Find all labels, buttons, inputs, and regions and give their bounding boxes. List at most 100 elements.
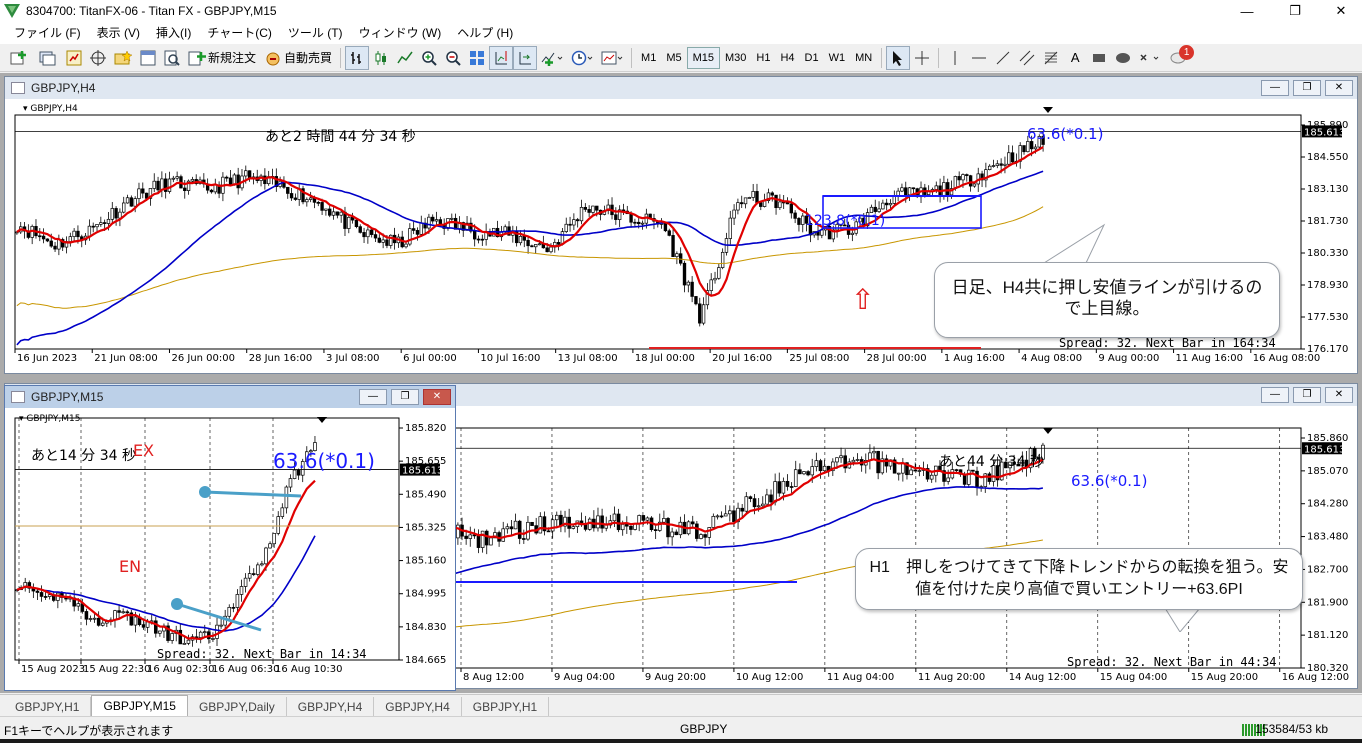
restore-chart-button[interactable]: ❐ <box>1293 80 1321 96</box>
candle-body <box>534 244 538 248</box>
auto-scroll-button[interactable] <box>513 45 538 70</box>
line-chart-button[interactable] <box>393 46 417 70</box>
tester-button[interactable] <box>160 46 184 70</box>
candle-body <box>522 236 526 241</box>
tile-windows-button[interactable] <box>465 46 489 70</box>
new-order-button[interactable]: 新規注文 <box>184 46 260 70</box>
price-tick-label: 183.480 <box>1307 532 1348 543</box>
market-watch-button[interactable] <box>62 46 86 70</box>
text-tool-button[interactable]: A <box>1063 46 1087 70</box>
candle-body <box>1010 152 1015 163</box>
candle-body <box>773 481 777 503</box>
candle-body <box>129 197 134 207</box>
chart-shift-button[interactable] <box>489 45 514 70</box>
candle-body <box>95 224 99 228</box>
chart-tab[interactable]: GBPJPY,H1 <box>4 697 92 716</box>
auto-trading-button[interactable]: 自動売買 <box>260 46 336 70</box>
periods-button[interactable] <box>567 46 597 70</box>
chart-tab[interactable]: GBPJPY,H4 <box>287 697 375 716</box>
price-tick-label: 180.330 <box>1307 248 1348 259</box>
price-tick-label: 185.325 <box>405 522 446 533</box>
chart-tab[interactable]: GBPJPY,H4 <box>374 697 462 716</box>
timeframe-d1-button[interactable]: D1 <box>800 47 824 69</box>
candle-body <box>377 237 382 243</box>
candle-body <box>68 236 72 242</box>
templates-button[interactable] <box>597 46 627 70</box>
minimize-chart-button[interactable]: — <box>1261 387 1289 403</box>
timeframe-h1-button[interactable]: H1 <box>751 47 775 69</box>
candle-body <box>232 174 237 185</box>
restore-chart-button[interactable]: ❐ <box>1293 387 1321 403</box>
timeframe-m1-button[interactable]: M1 <box>636 47 661 69</box>
menu-file[interactable]: ファイル (F) <box>6 22 89 44</box>
timeframe-m30-button[interactable]: M30 <box>720 47 751 69</box>
candle-body <box>171 177 175 180</box>
candle-body <box>732 209 736 219</box>
candlestick-button[interactable] <box>369 46 393 70</box>
channel-button[interactable] <box>1015 46 1039 70</box>
text-tool-label: A <box>1070 50 1080 65</box>
notifications-button[interactable]: 1 <box>1165 44 1195 70</box>
time-tick-label: 13 Jul 08:00 <box>558 353 618 364</box>
arrows-button[interactable] <box>1135 46 1165 70</box>
minimize-chart-button[interactable]: — <box>359 389 387 405</box>
timeframe-w1-button[interactable]: W1 <box>824 47 851 69</box>
close-window-button[interactable]: ✕ <box>1318 0 1362 22</box>
close-chart-button[interactable]: ✕ <box>1325 387 1353 403</box>
navigator-button[interactable] <box>110 46 136 70</box>
new-chart-button[interactable] <box>6 46 34 70</box>
ellipse-button[interactable] <box>1111 46 1135 70</box>
restore-window-button[interactable]: ❐ <box>1272 0 1318 22</box>
crosshair-button[interactable] <box>86 46 110 70</box>
menu-help[interactable]: ヘルプ (H) <box>449 22 521 44</box>
terminal-button[interactable] <box>136 46 160 70</box>
crosshair-tool-button[interactable] <box>910 46 934 70</box>
indicators-button[interactable] <box>537 46 567 70</box>
candle-body <box>873 206 877 212</box>
bar-chart-button[interactable] <box>345 45 370 70</box>
candle-body <box>239 586 244 595</box>
menu-window[interactable]: ウィンドウ (W) <box>351 22 450 44</box>
menu-view[interactable]: 表示 (V) <box>89 22 148 44</box>
minimize-chart-button[interactable]: — <box>1261 80 1289 96</box>
chart-window-m15-caption[interactable]: GBPJPY,M15 — ❐ ✕ <box>5 386 455 408</box>
rectangle-button[interactable] <box>1087 46 1111 70</box>
minimize-window-button[interactable]: — <box>1224 0 1270 22</box>
chart-window-m15[interactable]: GBPJPY,M15 — ❐ ✕ 185.820 185.655 185.490 18… <box>4 385 456 691</box>
candle-body <box>884 202 889 206</box>
vertical-line-button[interactable] <box>943 46 967 70</box>
price-tick-label: 181.120 <box>1307 630 1348 641</box>
candle-body <box>276 516 281 534</box>
timeframe-h4-button[interactable]: H4 <box>775 47 799 69</box>
chart-window-h4-caption[interactable]: GBPJPY,H4 — ❐ ✕ <box>5 77 1357 99</box>
candle-body <box>896 472 901 475</box>
profiles-button[interactable] <box>34 46 62 70</box>
close-chart-button[interactable]: ✕ <box>1325 80 1353 96</box>
timeframe-m5-button[interactable]: M5 <box>661 47 686 69</box>
chart-tab-active[interactable]: GBPJPY,M15 <box>91 695 188 716</box>
price-chart-m15[interactable]: 185.820185.655185.490185.325185.160184.9… <box>5 408 455 690</box>
restore-chart-button[interactable]: ❐ <box>391 389 419 405</box>
zoom-in-button[interactable] <box>417 46 441 70</box>
chart-tab[interactable]: GBPJPY,H1 <box>462 697 550 716</box>
candle-body <box>625 524 629 527</box>
menu-charts[interactable]: チャート(C) <box>199 22 280 44</box>
close-chart-button[interactable]: ✕ <box>423 389 451 405</box>
trendline-button[interactable] <box>991 46 1015 70</box>
zoom-out-button[interactable] <box>441 46 465 70</box>
timeframe-mn-button[interactable]: MN <box>850 47 877 69</box>
note-callout-h4: 日足、H4共に押し安値ラインが引けるので上目線。 <box>934 220 1284 340</box>
candle-body <box>797 218 801 225</box>
menu-insert[interactable]: 挿入(I) <box>148 22 199 44</box>
horizontal-line-button[interactable] <box>967 46 991 70</box>
candle-body <box>175 176 179 179</box>
cursor-tool-button[interactable] <box>886 45 911 70</box>
candle-body <box>946 477 950 482</box>
time-tick-label: 9 Aug 04:00 <box>554 672 615 683</box>
menu-tools[interactable]: ツール (T) <box>280 22 351 44</box>
fibonacci-button[interactable] <box>1039 46 1063 70</box>
chart-tab[interactable]: GBPJPY,Daily <box>188 697 287 716</box>
candle-body <box>715 515 720 518</box>
clock-icon <box>571 50 593 65</box>
timeframe-m15-button[interactable]: M15 <box>686 46 720 69</box>
